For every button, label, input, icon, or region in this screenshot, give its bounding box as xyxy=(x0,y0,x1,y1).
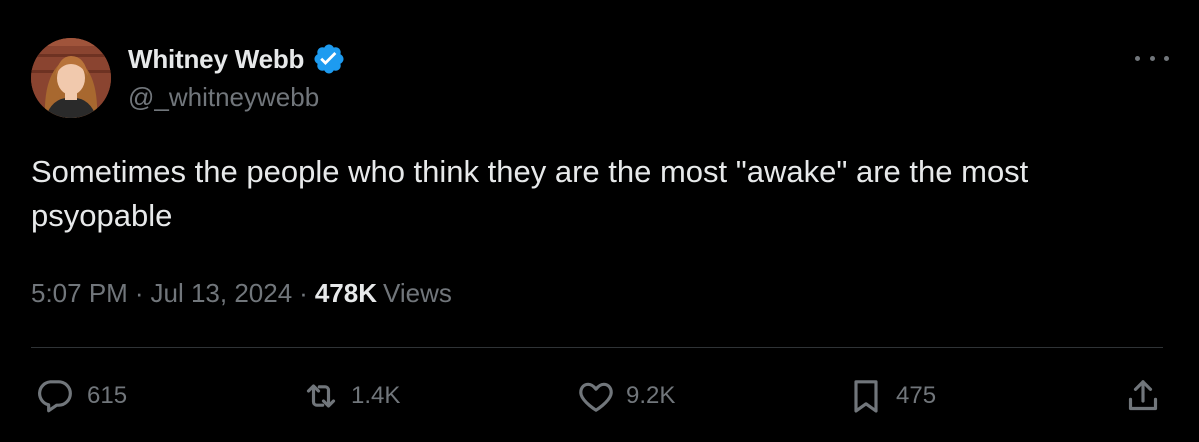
name-row: Whitney Webb xyxy=(128,42,346,76)
repost-count: 1.4K xyxy=(351,382,401,409)
tweet-time[interactable]: 5:07 PM xyxy=(31,278,128,309)
share-icon xyxy=(1123,376,1163,416)
heart-icon xyxy=(576,376,616,416)
avatar[interactable] xyxy=(31,38,111,118)
reply-icon xyxy=(37,376,77,416)
more-dot xyxy=(1149,55,1155,61)
bookmark-button[interactable]: 475 xyxy=(846,372,936,420)
tweet-card: Whitney Webb @_whitneywebb Sometimes the… xyxy=(0,0,1199,442)
like-button[interactable]: 9.2K xyxy=(576,372,675,420)
reply-button[interactable]: 615 xyxy=(37,372,127,420)
author-block: Whitney Webb @_whitneywebb xyxy=(128,42,346,113)
more-dot xyxy=(1164,55,1169,61)
share-button[interactable] xyxy=(1123,372,1163,420)
action-bar: 615 1.4K 9.2K 475 xyxy=(31,372,1163,420)
repost-button[interactable]: 1.4K xyxy=(301,372,400,420)
avatar-image xyxy=(31,38,111,118)
bookmark-count: 475 xyxy=(896,382,937,409)
meta-separator: · xyxy=(134,278,144,308)
more-dot xyxy=(1135,55,1140,61)
divider xyxy=(31,347,1163,348)
reply-count: 615 xyxy=(87,382,128,409)
views-count: 478K xyxy=(314,278,377,308)
more-options-icon[interactable] xyxy=(1135,48,1169,68)
views-label: Views xyxy=(383,278,452,308)
tweet-text: Sometimes the people who think they are … xyxy=(31,154,1029,233)
repost-icon xyxy=(301,376,341,416)
tweet-date[interactable]: Jul 13, 2024 xyxy=(151,278,293,309)
meta-separator: · xyxy=(299,278,308,308)
display-name[interactable]: Whitney Webb xyxy=(128,44,304,75)
tweet-meta: 5:07 PM · Jul 13, 2024 · 478K Views xyxy=(31,278,452,309)
verified-badge-icon[interactable] xyxy=(312,42,346,76)
bookmark-icon xyxy=(846,376,886,416)
like-count: 9.2K xyxy=(626,382,676,409)
handle[interactable]: @_whitneywebb xyxy=(128,82,346,113)
